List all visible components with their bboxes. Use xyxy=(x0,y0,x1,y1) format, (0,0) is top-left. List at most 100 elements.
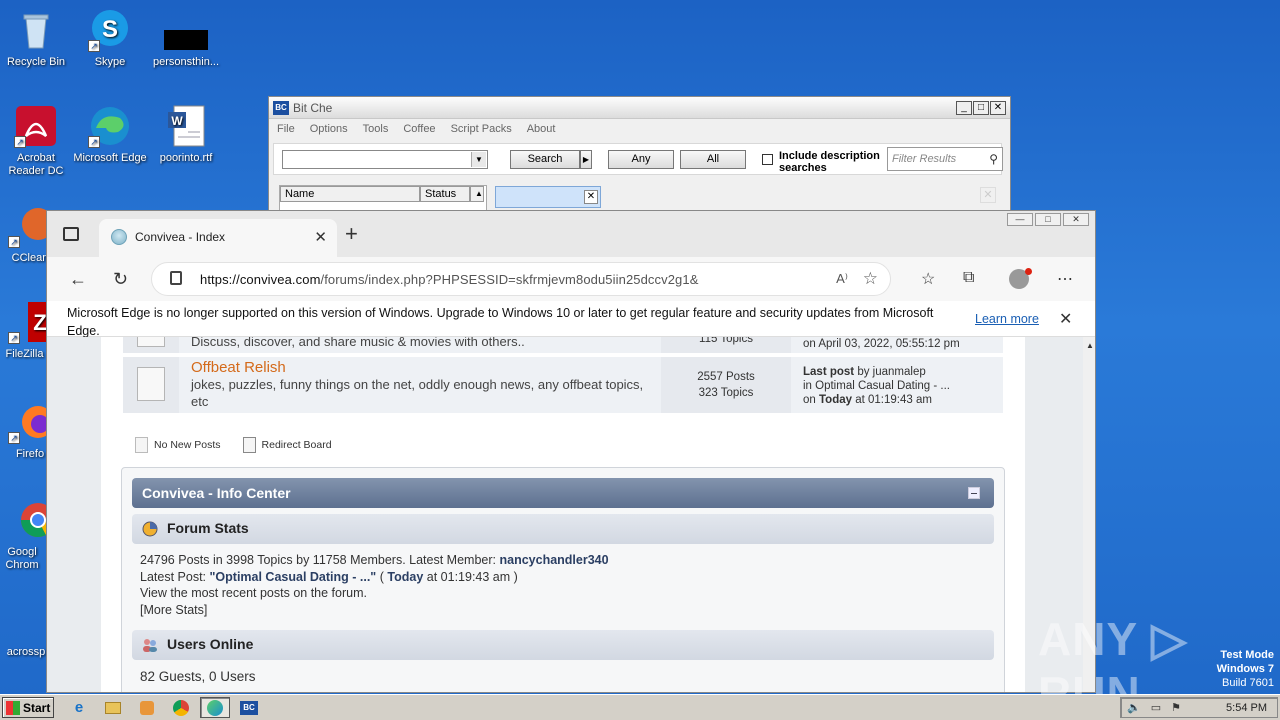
acrobat-icon: ↗ xyxy=(14,104,58,148)
last-post-topic[interactable]: in Optimal Casual Dating - ... xyxy=(803,379,995,393)
bitche-icon: BC xyxy=(240,700,258,715)
desktop-icon-skype[interactable]: S ↗ Skype xyxy=(72,8,148,69)
menu-options[interactable]: Options xyxy=(310,123,348,135)
menu-coffee[interactable]: Coffee xyxy=(403,123,435,135)
edge-icon xyxy=(207,699,223,716)
file-icon xyxy=(164,8,208,52)
collections-icon[interactable]: ⧉ xyxy=(963,269,974,287)
ie-icon: e xyxy=(74,699,84,716)
back-icon[interactable]: ← xyxy=(69,269,87,290)
learn-more-link[interactable]: Learn more xyxy=(975,312,1039,326)
search-options-arrow[interactable]: ▶ xyxy=(580,150,592,169)
recent-posts-link[interactable]: View the most recent posts on the forum. xyxy=(140,585,609,602)
bitche-titlebar[interactable]: BC Bit Che xyxy=(269,97,1010,119)
minimize-button[interactable]: — xyxy=(1007,213,1033,226)
board-posts: 2557 Posts xyxy=(697,371,755,383)
filter-results-input[interactable]: Filter Results ⚲ xyxy=(887,147,1003,171)
close-tab-icon[interactable]: ✕ xyxy=(314,228,327,246)
new-tab-icon[interactable]: + xyxy=(345,221,358,247)
taskbar-edge[interactable] xyxy=(200,697,230,718)
svg-text:Z: Z xyxy=(33,310,46,335)
close-icon[interactable]: ✕ xyxy=(980,187,996,203)
system-tray: 🔈 ▭ ⚑ 5:54 PM xyxy=(1120,697,1278,718)
desktop-icon-label: Googl Chrom xyxy=(5,546,39,571)
all-button[interactable]: All xyxy=(680,150,746,169)
taskbar-bitche[interactable]: BC xyxy=(234,697,264,718)
minimize-button[interactable]: _ xyxy=(956,101,972,115)
desktop-icon-edge[interactable]: ↗ Microsoft Edge xyxy=(72,104,148,165)
board-topics: 323 Topics xyxy=(698,387,754,399)
add-favorite-icon[interactable]: ☆ xyxy=(863,269,878,289)
desktop-icon-label: Acrobat Reader DC xyxy=(8,152,64,177)
close-icon[interactable]: ✕ xyxy=(584,190,598,204)
desktop-icon-acrobat[interactable]: ↗ Acrobat Reader DC xyxy=(0,104,74,178)
search-combo[interactable]: ▼ xyxy=(282,150,488,169)
refresh-icon[interactable]: ↻ xyxy=(113,269,128,290)
menu-about[interactable]: About xyxy=(527,123,556,135)
scroll-up-icon[interactable]: ▲ xyxy=(470,186,484,202)
menu-script-packs[interactable]: Script Packs xyxy=(451,123,512,135)
board-row: Offbeat Relish jokes, puzzles, funny thi… xyxy=(123,357,1003,413)
board-last-post: on April 03, 2022, 05:55:12 pm xyxy=(803,338,960,350)
users-icon xyxy=(143,639,157,652)
taskbar-media-player[interactable] xyxy=(132,697,162,718)
tab-convivea[interactable]: Convivea - Index ✕ xyxy=(99,219,337,257)
network-icon[interactable]: ▭ xyxy=(1151,701,1161,714)
tab-actions-icon[interactable] xyxy=(63,227,79,241)
page-viewport[interactable]: Discuss, discover, and share music & mov… xyxy=(47,337,1083,692)
tab-title: Convivea - Index xyxy=(135,230,226,244)
search-icon: ⚲ xyxy=(989,152,998,166)
latest-member-link[interactable]: nancychandler340 xyxy=(499,553,608,567)
latest-post-link[interactable]: "Optimal Casual Dating - ..." xyxy=(210,570,377,584)
board-topics: 115 Topics xyxy=(699,337,753,345)
start-button[interactable]: Start xyxy=(2,697,54,718)
more-menu-icon[interactable]: ⋯ xyxy=(1057,269,1073,289)
chrome-icon xyxy=(173,699,189,716)
clock[interactable]: 5:54 PM xyxy=(1226,702,1267,714)
url-host: https://convivea.com xyxy=(200,272,321,287)
profile-avatar-icon[interactable] xyxy=(1009,268,1032,289)
favorites-icon[interactable]: ☆ xyxy=(921,269,935,289)
desktop-icon-recycle-bin[interactable]: Recycle Bin xyxy=(0,8,74,69)
users-online-count: 82 Guests, 0 Users xyxy=(140,669,256,684)
taskbar-chrome[interactable] xyxy=(166,697,196,718)
url-path: /forums/index.php?PHPSESSID=skfrmjevm8od… xyxy=(320,272,699,287)
column-status[interactable]: Status xyxy=(420,186,470,202)
search-button[interactable]: Search xyxy=(510,150,580,169)
chevron-down-icon[interactable]: ▼ xyxy=(471,152,486,167)
close-button[interactable]: ✕ xyxy=(1063,213,1089,226)
url-field[interactable]: https://convivea.com/forums/index.php?PH… xyxy=(151,262,891,296)
read-aloud-icon[interactable]: A⁾ xyxy=(836,271,848,287)
more-stats-link[interactable]: [More Stats] xyxy=(140,602,609,619)
test-mode-label: Test Mode Windows 7 Build 7601 xyxy=(1216,649,1274,689)
any-button[interactable]: Any xyxy=(608,150,674,169)
desktop-icon-poorinto[interactable]: W poorinto.rtf xyxy=(148,104,224,165)
bitche-window[interactable]: BC Bit Che _ □ ✕ File Options Tools Coff… xyxy=(268,96,1011,217)
last-post-author[interactable]: by juanmalep xyxy=(857,366,925,378)
desktop-icon-personsthin[interactable]: personsthin... xyxy=(148,8,224,69)
edge-window[interactable]: Convivea - Index ✕ + — □ ✕ ← ↻ https://c… xyxy=(46,210,1096,693)
maximize-button[interactable]: □ xyxy=(973,101,989,115)
close-icon[interactable]: ✕ xyxy=(1059,309,1072,329)
collapse-icon[interactable] xyxy=(968,487,980,499)
board-icon xyxy=(137,337,165,347)
last-post-label: Last post xyxy=(803,366,855,378)
skype-icon: S ↗ xyxy=(88,8,132,52)
menu-file[interactable]: File xyxy=(277,123,295,135)
menu-tools[interactable]: Tools xyxy=(363,123,389,135)
desktop-icon-label: Recycle Bin xyxy=(6,56,66,68)
board-name-link[interactable]: Offbeat Relish xyxy=(191,359,657,376)
scroll-up-icon[interactable]: ▲ xyxy=(1086,341,1094,350)
maximize-button[interactable]: □ xyxy=(1035,213,1061,226)
taskbar-explorer[interactable] xyxy=(98,697,128,718)
action-center-icon[interactable]: ⚑ xyxy=(1171,701,1181,714)
close-button[interactable]: ✕ xyxy=(990,101,1006,115)
folder-icon xyxy=(105,701,121,714)
column-name[interactable]: Name xyxy=(280,186,420,202)
bitche-result-tab[interactable]: ✕ xyxy=(495,186,601,208)
info-center: Convivea - Info Center Forum Stats 24796… xyxy=(121,467,1005,692)
volume-icon[interactable]: 🔈 xyxy=(1127,701,1141,714)
taskbar-ie[interactable]: e xyxy=(64,697,94,718)
file-icon xyxy=(4,598,48,642)
include-description-checkbox[interactable]: Include description searches xyxy=(762,150,884,174)
